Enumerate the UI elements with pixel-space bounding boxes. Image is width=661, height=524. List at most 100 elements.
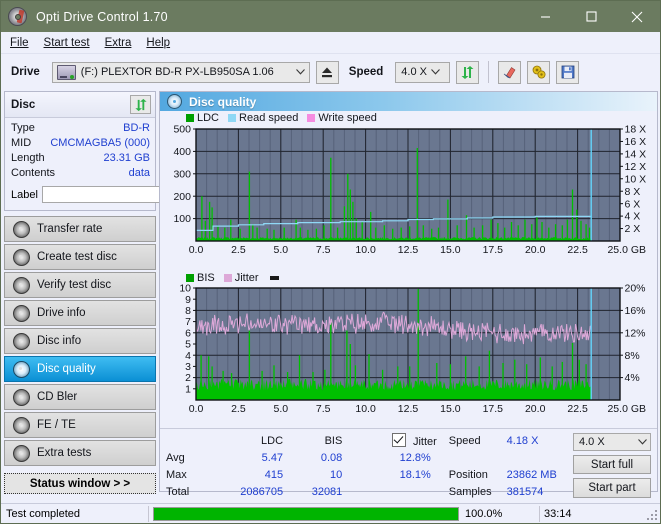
charts-container: LDC Read speed Write speed 100 200 300 400 5… bbox=[160, 111, 657, 428]
menu-bar: File Start test Extra Help bbox=[1, 32, 660, 54]
nav-list: Transfer rate Create test disc Verify te… bbox=[4, 216, 156, 466]
disc-row-mid-value: CMCMAGBA5 (000) bbox=[50, 137, 150, 149]
disc-row-type-value: BD-R bbox=[123, 122, 150, 134]
legend-swatch-write-speed bbox=[307, 114, 316, 122]
erase-button[interactable] bbox=[498, 60, 522, 84]
eject-button[interactable] bbox=[315, 60, 339, 84]
svg-text:3: 3 bbox=[185, 361, 191, 373]
legend-ldc: LDC bbox=[186, 112, 219, 124]
legend-read-speed: Read speed bbox=[228, 112, 298, 124]
disc-icon bbox=[13, 276, 30, 294]
stats-speed-row: Speed 4.18 X bbox=[449, 433, 569, 450]
svg-text:25.0 GB: 25.0 GB bbox=[607, 244, 646, 256]
svg-text:22.5: 22.5 bbox=[567, 244, 588, 256]
stats-avg-ldc: 5.47 bbox=[261, 451, 284, 464]
disc-quality-icon bbox=[167, 94, 182, 109]
stats-meta-table: Speed 4.18 X Position 23862 MB Samples 3… bbox=[449, 433, 569, 502]
disc-icon bbox=[13, 248, 30, 266]
status-window-button[interactable]: Status window > > bbox=[4, 473, 156, 494]
stats-col-ldc: LDC bbox=[261, 434, 284, 447]
disc-label-row: Label bbox=[11, 184, 247, 205]
svg-text:17.5: 17.5 bbox=[483, 403, 504, 415]
svg-text:4: 4 bbox=[185, 350, 191, 362]
disc-row-type-key: Type bbox=[11, 122, 35, 134]
svg-text:7.5: 7.5 bbox=[316, 403, 331, 415]
status-divider-2 bbox=[539, 505, 540, 522]
jitter-checkbox[interactable] bbox=[391, 433, 406, 448]
sidebar: Disc Type BD-R MID CMCMAGBA5 (000) Lengt… bbox=[1, 90, 247, 494]
app-disc-icon bbox=[8, 7, 27, 26]
svg-text:8 X: 8 X bbox=[625, 186, 641, 198]
drive-select[interactable]: (F:) PLEXTOR BD-R PX-LB950SA 1.06 bbox=[51, 61, 310, 83]
sidebar-item-create-test-disc[interactable]: Create test disc bbox=[4, 244, 156, 270]
svg-text:1: 1 bbox=[185, 383, 191, 395]
test-speed-select[interactable]: 4.0 X bbox=[573, 433, 651, 451]
svg-text:20%: 20% bbox=[625, 283, 646, 295]
svg-text:9: 9 bbox=[185, 294, 191, 306]
stats-samples-row: Samples 381574 bbox=[449, 485, 569, 502]
svg-text:5: 5 bbox=[185, 339, 191, 351]
menu-help[interactable]: Help bbox=[146, 35, 179, 51]
minimize-button[interactable] bbox=[522, 1, 568, 32]
main-panel: Disc quality LDC Read speed Write speed … bbox=[159, 91, 658, 498]
status-bar: Test completed 100.0% 33:14 bbox=[1, 503, 660, 523]
stats-samples-label: Samples bbox=[448, 486, 492, 499]
settings-button[interactable] bbox=[527, 60, 551, 84]
refresh-button[interactable] bbox=[456, 60, 480, 84]
start-part-button[interactable]: Start part bbox=[573, 478, 651, 499]
speed-label: Speed bbox=[348, 66, 384, 78]
legend-jitter: Jitter bbox=[223, 272, 259, 284]
svg-text:2 X: 2 X bbox=[625, 223, 641, 235]
progress-percent: 100.0% bbox=[465, 507, 503, 520]
stats-total-ldc: 2086705 bbox=[240, 486, 284, 499]
stats-avg-bis: 0.08 bbox=[320, 451, 343, 464]
disc-icon bbox=[13, 220, 30, 238]
disc-row-length: Length 23.31 GB bbox=[11, 151, 150, 166]
menu-file[interactable]: File bbox=[10, 35, 38, 51]
disc-panel-header: Disc bbox=[5, 92, 155, 118]
chart-bis-svg: 12345678910 4% 8% 12% 16% 20% 0.0 2.5 5.0 7.5 10.0… bbox=[179, 283, 646, 415]
disc-icon bbox=[13, 304, 30, 322]
close-button[interactable] bbox=[614, 1, 660, 32]
svg-text:10.0: 10.0 bbox=[355, 403, 376, 415]
stats-speed-value: 4.18 X bbox=[506, 434, 539, 447]
sidebar-item-extra-tests[interactable]: Extra tests bbox=[4, 440, 156, 466]
menu-extra[interactable]: Extra bbox=[105, 35, 141, 51]
stats-speed-label: Speed bbox=[448, 434, 481, 447]
resize-grip[interactable] bbox=[647, 510, 658, 521]
sidebar-item-verify-test-disc[interactable]: Verify test disc bbox=[4, 272, 156, 298]
svg-text:20.0: 20.0 bbox=[525, 244, 546, 256]
sidebar-item-transfer-rate[interactable]: Transfer rate bbox=[4, 216, 156, 242]
stats-position-label: Position bbox=[448, 469, 488, 482]
disc-quality-header: Disc quality bbox=[160, 92, 657, 111]
sidebar-item-drive-info[interactable]: Drive info bbox=[4, 300, 156, 326]
svg-text:16%: 16% bbox=[625, 305, 646, 317]
disc-panel-title: Disc bbox=[11, 98, 36, 111]
disc-row-length-key: Length bbox=[11, 152, 45, 164]
sidebar-item-label: FE / TE bbox=[37, 419, 76, 431]
stats-row-avg-label: Avg bbox=[166, 451, 185, 464]
save-button[interactable] bbox=[556, 60, 580, 84]
sidebar-item-disc-info[interactable]: Disc info bbox=[4, 328, 156, 354]
speed-select[interactable]: 4.0 X bbox=[395, 61, 451, 83]
legend-write-speed: Write speed bbox=[307, 112, 377, 124]
app-window: Opti Drive Control 1.70 File Start test … bbox=[0, 0, 661, 524]
disc-refresh-button[interactable] bbox=[130, 95, 151, 114]
svg-text:4 X: 4 X bbox=[625, 211, 641, 223]
legend-label-bis: BIS bbox=[197, 272, 215, 284]
disc-row-contents-value: data bbox=[128, 167, 150, 179]
menu-start-test[interactable]: Start test bbox=[44, 35, 99, 51]
sidebar-item-disc-quality[interactable]: Disc quality bbox=[4, 356, 156, 382]
svg-text:0.0: 0.0 bbox=[189, 244, 204, 256]
toolbar: Drive (F:) PLEXTOR BD-R PX-LB950SA 1.06 … bbox=[1, 54, 660, 90]
chevron-down-icon bbox=[638, 436, 647, 448]
chart-ldc-svg: 1002003004005002 X4 X6 X8 X10 X12 X14 X1… bbox=[173, 124, 646, 256]
elapsed-time: 33:14 bbox=[544, 507, 572, 520]
maximize-button[interactable] bbox=[568, 1, 614, 32]
sidebar-item-label: Verify test disc bbox=[37, 279, 112, 291]
svg-text:200: 200 bbox=[173, 191, 191, 203]
sidebar-item-fe-te[interactable]: FE / TE bbox=[4, 412, 156, 438]
stats-spacer-row bbox=[449, 450, 569, 467]
sidebar-item-cd-bler[interactable]: CD Bler bbox=[4, 384, 156, 410]
start-full-button[interactable]: Start full bbox=[573, 454, 651, 475]
